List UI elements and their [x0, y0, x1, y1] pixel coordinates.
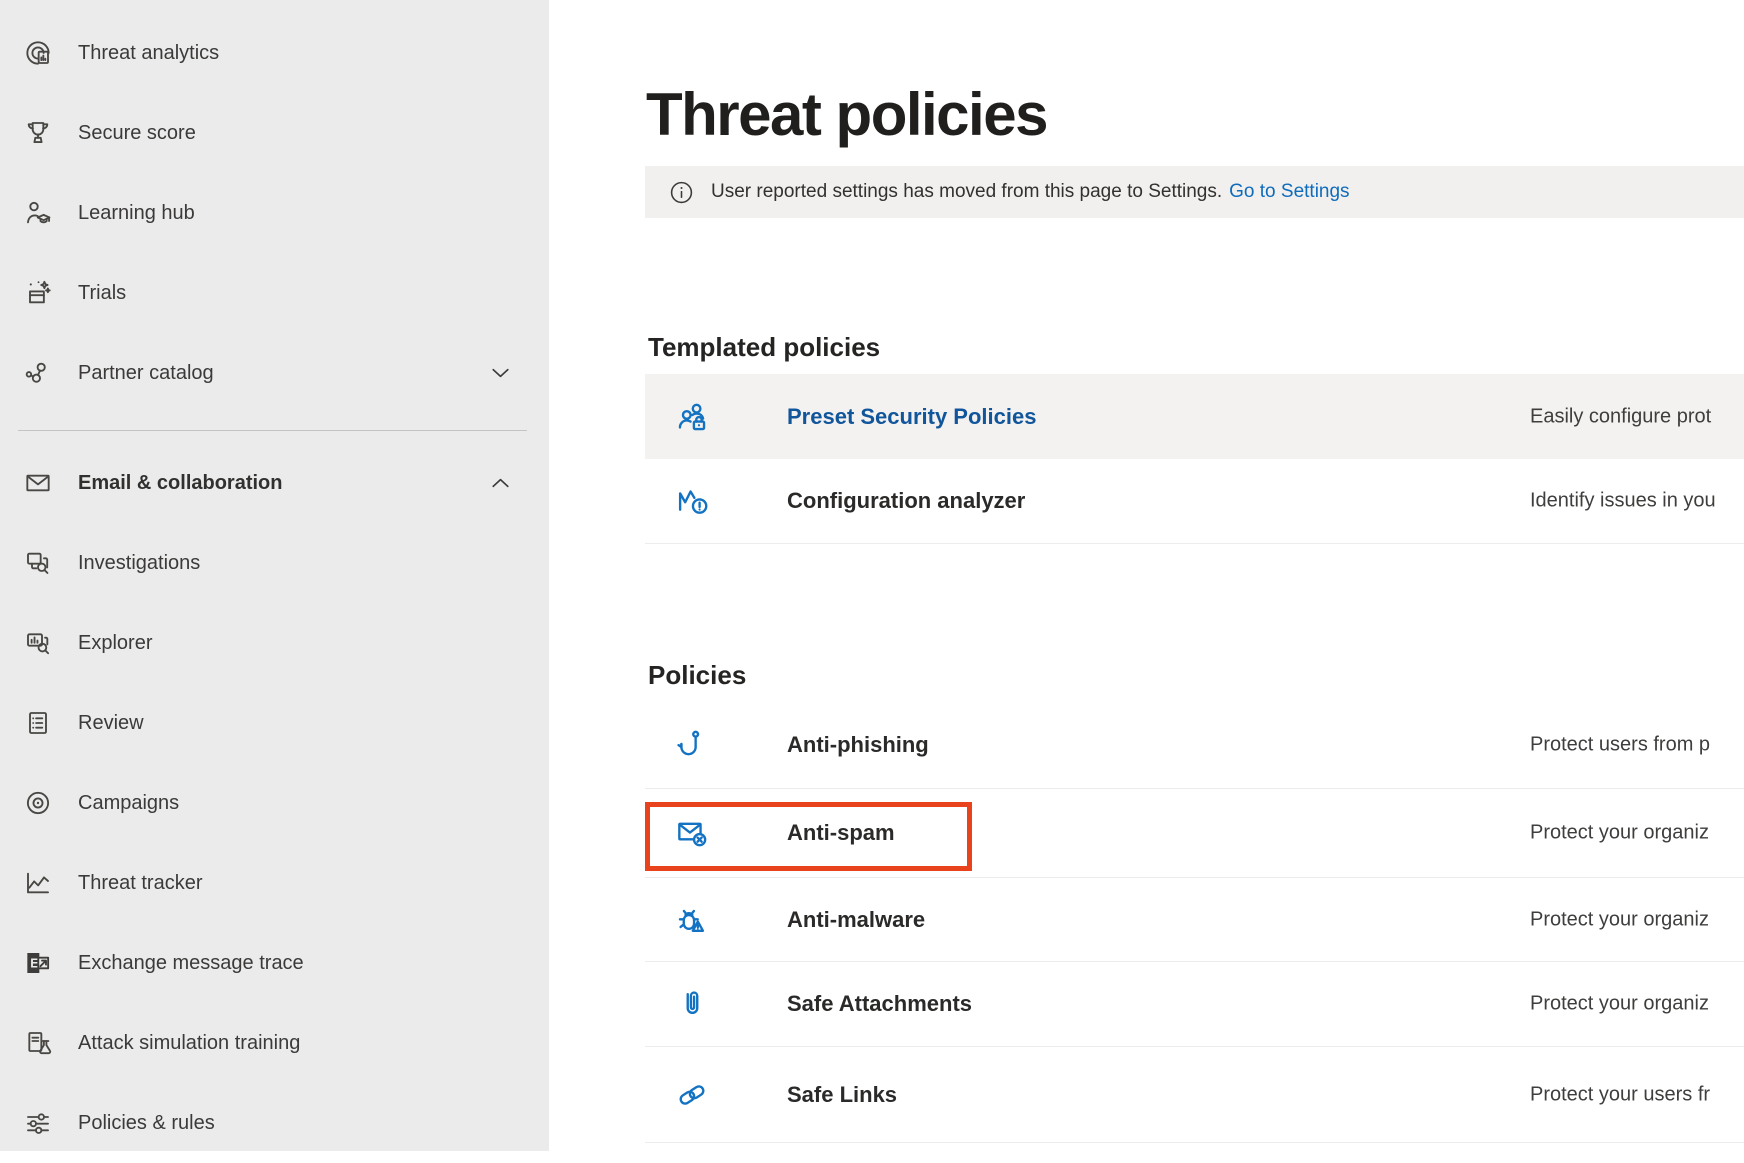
row-label: Preset Security Policies	[787, 404, 1036, 430]
sidebar-item-threat-analytics[interactable]: Threat analytics	[0, 13, 549, 93]
info-icon	[668, 179, 695, 206]
page-title: Threat policies	[646, 80, 1047, 149]
sidebar-item-investigations[interactable]: Investigations	[0, 523, 549, 603]
partner-catalog-icon	[22, 357, 54, 389]
row-label: Anti-malware	[787, 907, 925, 933]
section-heading-policies: Policies	[648, 660, 746, 691]
row-configuration-analyzer[interactable]: Configuration analyzer Identify issues i…	[645, 459, 1744, 544]
go-to-settings-link[interactable]: Go to Settings	[1229, 181, 1349, 203]
row-description: Protect your users fr	[1530, 1083, 1710, 1106]
sidebar-item-label: Campaigns	[78, 792, 179, 815]
row-safe-attachments[interactable]: Safe Attachments Protect your organiz	[645, 961, 1744, 1046]
row-label: Safe Attachments	[787, 991, 972, 1017]
review-icon	[22, 707, 54, 739]
sidebar-divider	[18, 430, 527, 431]
exchange-icon: E	[22, 947, 54, 979]
sidebar-item-label: Threat tracker	[78, 872, 202, 895]
anti-spam-icon	[673, 814, 711, 852]
info-banner: User reported settings has moved from th…	[645, 166, 1744, 218]
trophy-icon	[22, 117, 54, 149]
sidebar-item-label: Policies & rules	[78, 1112, 215, 1135]
threat-analytics-icon	[22, 37, 54, 69]
sidebar-item-label: Review	[78, 712, 144, 735]
sidebar-item-label: Partner catalog	[78, 362, 214, 385]
row-label: Anti-spam	[787, 820, 895, 846]
trials-icon	[22, 277, 54, 309]
configuration-analyzer-icon	[673, 482, 711, 520]
row-description: Identify issues in you	[1530, 490, 1716, 513]
anti-malware-icon	[673, 901, 711, 939]
sidebar-item-label: Learning hub	[78, 202, 195, 225]
sidebar-item-label: Threat analytics	[78, 42, 219, 65]
sidebar-item-campaigns[interactable]: Campaigns	[0, 763, 549, 843]
chevron-down-icon	[487, 360, 514, 387]
sidebar-item-review[interactable]: Review	[0, 683, 549, 763]
sidebar-item-learning-hub[interactable]: Learning hub	[0, 173, 549, 253]
policies-rules-icon	[22, 1107, 54, 1139]
investigations-icon	[22, 547, 54, 579]
row-preset-security-policies[interactable]: Preset Security Policies Easily configur…	[645, 374, 1744, 459]
row-anti-phishing[interactable]: Anti-phishing Protect users from p	[645, 702, 1744, 788]
row-safe-links[interactable]: Safe Links Protect your users fr	[645, 1046, 1744, 1143]
anti-phishing-icon	[673, 726, 711, 764]
main-content: Threat policies User reported settings h…	[549, 0, 1744, 1151]
preset-security-icon	[673, 398, 711, 436]
row-description: Protect your organiz	[1530, 822, 1709, 845]
sidebar-item-label: Attack simulation training	[78, 1032, 300, 1055]
sidebar-item-label: Email & collaboration	[78, 472, 282, 495]
banner-message: User reported settings has moved from th…	[711, 181, 1222, 203]
row-label: Anti-phishing	[787, 732, 929, 758]
safe-attachments-icon	[673, 985, 711, 1023]
safe-links-icon	[673, 1076, 711, 1114]
row-anti-malware[interactable]: Anti-malware Protect your organiz	[645, 877, 1744, 961]
sidebar-item-threat-tracker[interactable]: Threat tracker	[0, 843, 549, 923]
attack-simulation-icon	[22, 1027, 54, 1059]
campaigns-icon	[22, 787, 54, 819]
sidebar-item-secure-score[interactable]: Secure score	[0, 93, 549, 173]
mail-icon	[22, 467, 54, 499]
sidebar-item-label: Investigations	[78, 552, 200, 575]
learning-hub-icon	[22, 197, 54, 229]
explorer-icon	[22, 627, 54, 659]
sidebar-item-label: Explorer	[78, 632, 152, 655]
row-label: Configuration analyzer	[787, 488, 1025, 514]
chevron-up-icon	[487, 470, 514, 497]
sidebar-item-explorer[interactable]: Explorer	[0, 603, 549, 683]
section-heading-templated-policies: Templated policies	[648, 332, 880, 363]
row-anti-spam[interactable]: Anti-spam Protect your organiz	[645, 788, 1744, 877]
sidebar-nav: Threat analytics Secure score Learning h…	[0, 0, 549, 1151]
sidebar-item-trials[interactable]: Trials	[0, 253, 549, 333]
sidebar-item-policies-rules[interactable]: Policies & rules	[0, 1083, 549, 1163]
row-description: Easily configure prot	[1530, 405, 1711, 428]
row-description: Protect your organiz	[1530, 908, 1709, 931]
sidebar-item-label: Exchange message trace	[78, 952, 304, 975]
sidebar-item-attack-simulation-training[interactable]: Attack simulation training	[0, 1003, 549, 1083]
defender-portal: Threat analytics Secure score Learning h…	[0, 0, 1744, 1151]
sidebar-item-email-collaboration[interactable]: Email & collaboration	[0, 443, 549, 523]
row-description: Protect users from p	[1530, 734, 1710, 757]
row-label: Safe Links	[787, 1082, 897, 1108]
threat-tracker-icon	[22, 867, 54, 899]
sidebar-item-label: Trials	[78, 282, 126, 305]
row-description: Protect your organiz	[1530, 993, 1709, 1016]
sidebar-item-label: Secure score	[78, 122, 196, 145]
sidebar-item-partner-catalog[interactable]: Partner catalog	[0, 333, 549, 413]
sidebar-item-exchange-message-trace[interactable]: E Exchange message trace	[0, 923, 549, 1003]
